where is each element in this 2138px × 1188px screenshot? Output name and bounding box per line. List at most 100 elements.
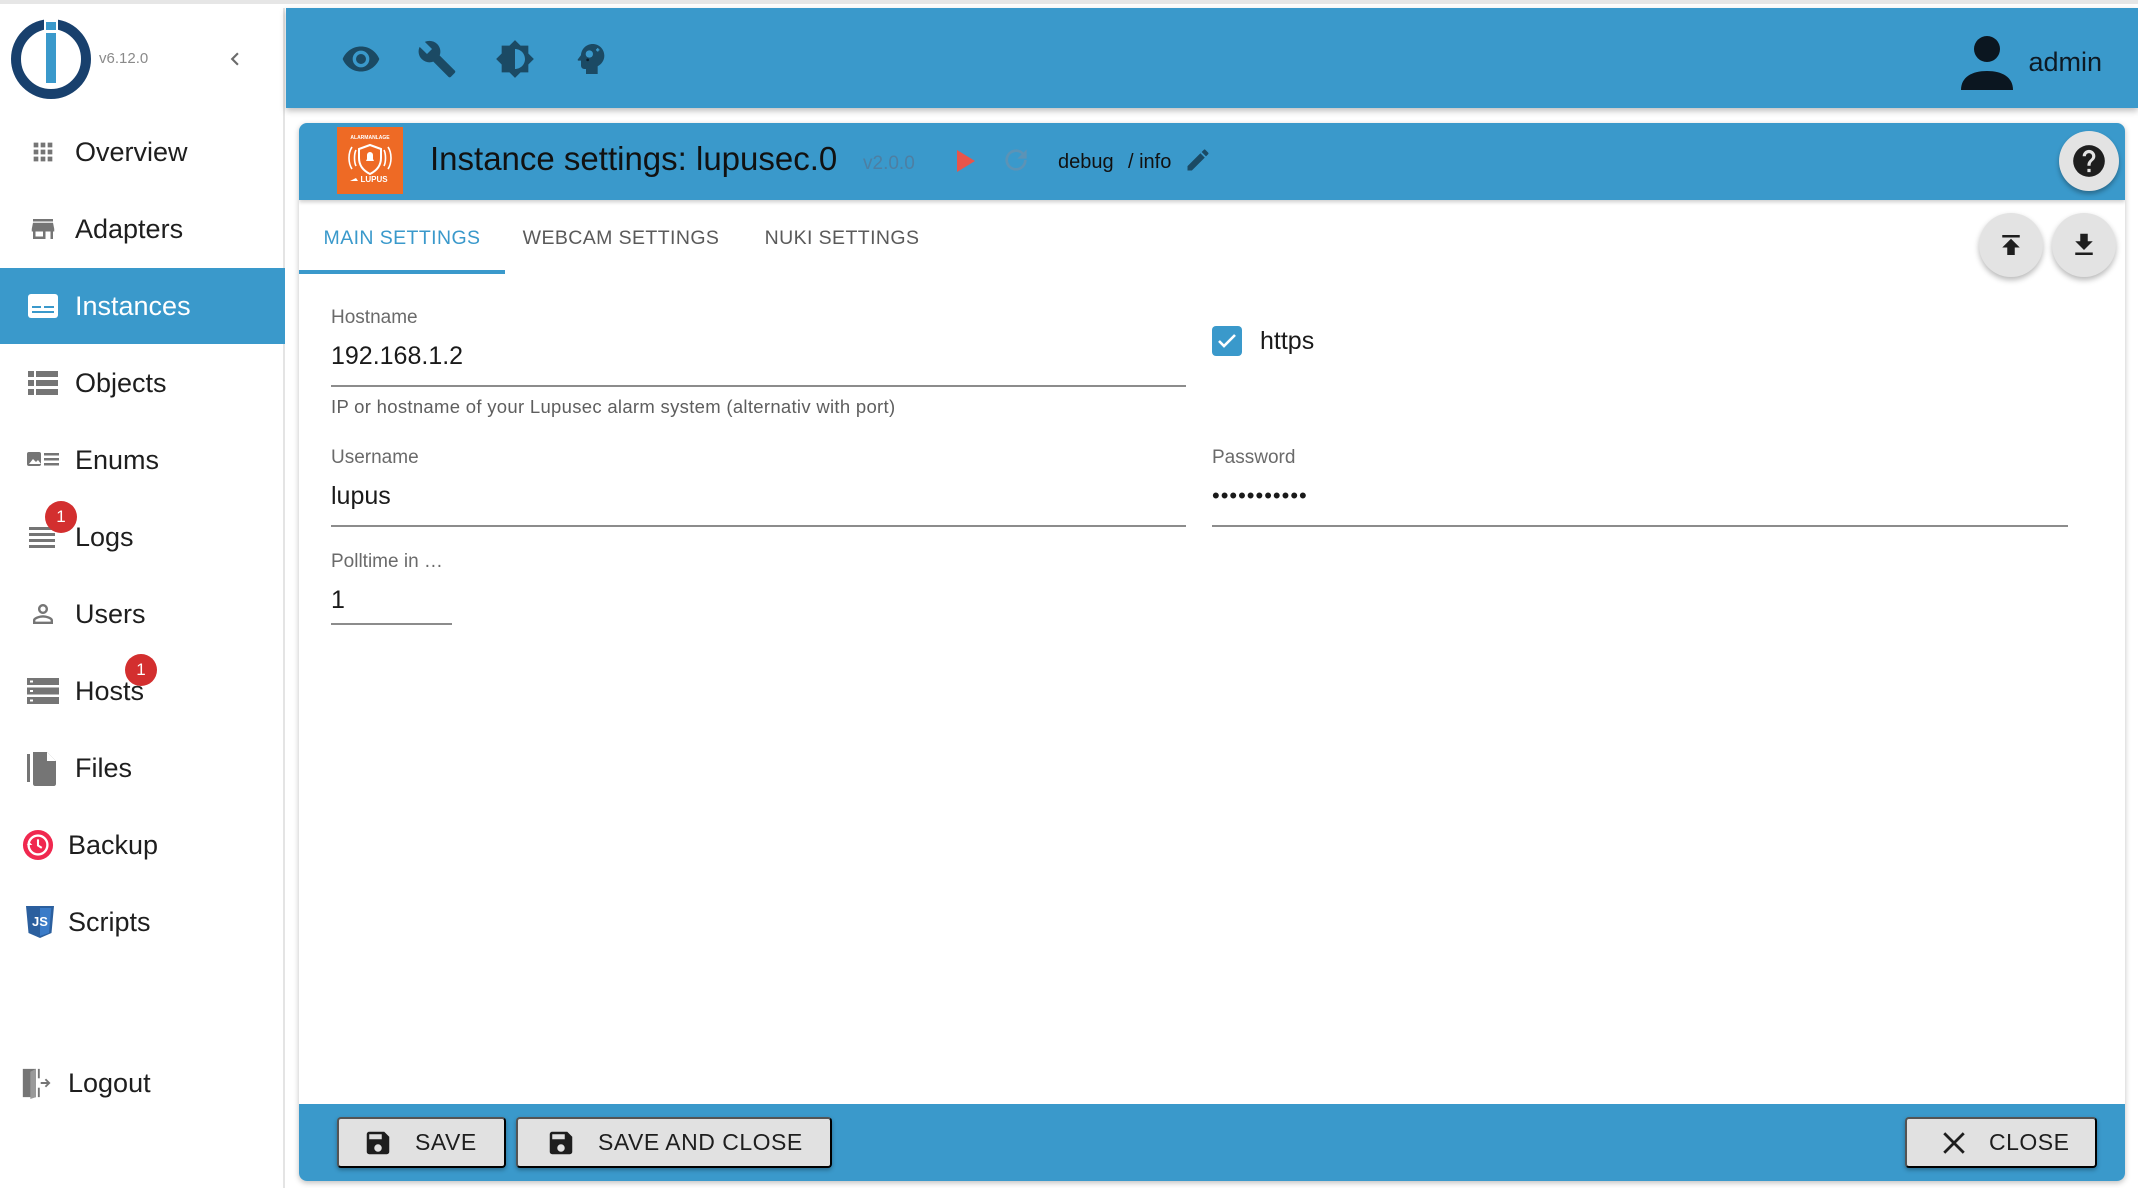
username-underline [331, 525, 1186, 527]
log-level-debug[interactable]: debug [1058, 151, 1114, 174]
check-icon [1218, 334, 1236, 348]
start-instance-button[interactable] [952, 147, 980, 175]
reload-icon [1005, 149, 1027, 171]
chevron-left-icon [230, 52, 239, 66]
sidebar-item-label: Files [75, 752, 133, 783]
polltime-label: Polltime in … [331, 551, 443, 572]
sidebar-item-instances[interactable]: Instances [0, 268, 285, 344]
close-button[interactable]: CLOSE [1905, 1117, 2098, 1168]
svg-text:JS: JS [32, 914, 48, 929]
pencil-icon [1187, 149, 1209, 171]
sidebar-item-hosts[interactable]: Hosts 1 [0, 653, 285, 729]
logout-button[interactable]: Logout [0, 1045, 285, 1121]
wrench-icon[interactable] [416, 38, 458, 80]
edit-log-level-button[interactable] [1183, 145, 1213, 175]
logs-badge: 1 [45, 501, 77, 533]
sidebar-item-label: Adapters [75, 213, 184, 244]
polltime-input[interactable] [331, 581, 452, 619]
checkbox-checked[interactable] [1212, 326, 1242, 356]
app-version: v6.12.0 [99, 50, 149, 67]
sidebar-item-overview[interactable]: Overview [0, 114, 285, 190]
collapse-sidebar-button[interactable] [222, 46, 248, 72]
tab-webcam-settings[interactable]: WEBCAM SETTINGS [505, 200, 737, 276]
save-button[interactable]: SAVE [337, 1117, 506, 1168]
storage-icon [27, 675, 59, 707]
top-app-bar: admin [286, 8, 2138, 108]
svg-text:LUPUS: LUPUS [360, 175, 388, 184]
sidebar: v6.12.0 Overview Adapters Instances Obje… [0, 8, 285, 1188]
settings-tabs: MAIN SETTINGS WEBCAM SETTINGS NUKI SETTI… [299, 200, 2125, 276]
hostname-helper-text: IP or hostname of your Lupusec alarm sys… [331, 396, 896, 417]
instances-icon [27, 290, 59, 322]
sidebar-item-label: Instances [75, 290, 191, 321]
save-icon [546, 1128, 576, 1158]
upload-settings-button[interactable] [1979, 213, 2043, 277]
user-name: admin [2028, 46, 2102, 77]
close-icon [1939, 1128, 1969, 1158]
files-icon [27, 752, 59, 786]
sidebar-item-label: Enums [75, 444, 160, 475]
https-label: https [1260, 326, 1315, 355]
save-icon [363, 1128, 393, 1158]
expert-mode-icon[interactable] [570, 38, 612, 80]
username-input[interactable] [331, 477, 1186, 515]
password-input[interactable] [1212, 477, 2068, 515]
sidebar-item-label: Objects [75, 367, 167, 398]
publish-icon [2002, 235, 2020, 255]
hostname-input[interactable] [331, 337, 1186, 375]
restart-instance-button[interactable] [999, 143, 1033, 177]
account-icon [1961, 36, 2014, 90]
sidebar-item-adapters[interactable]: Adapters [0, 191, 285, 267]
adapter-version: v2.0.0 [863, 153, 915, 174]
sidebar-item-backup[interactable]: Backup [0, 807, 285, 883]
store-icon [27, 213, 59, 245]
eye-icon[interactable] [340, 38, 382, 80]
hostname-label: Hostname [331, 307, 418, 328]
apps-grid-icon [27, 136, 59, 168]
sidebar-item-logs[interactable]: Logs 1 [0, 499, 285, 575]
password-label: Password [1212, 447, 1296, 468]
help-button[interactable] [2059, 131, 2119, 191]
help-circle-icon [2073, 145, 2105, 177]
hostname-field: Hostname IP or hostname of your Lupusec … [331, 307, 1186, 417]
username-label: Username [331, 447, 419, 468]
page-title: Instance settings: lupusec.0 [430, 140, 838, 177]
close-label: CLOSE [1989, 1129, 2070, 1155]
save-and-close-label: SAVE AND CLOSE [598, 1129, 803, 1155]
save-label: SAVE [415, 1129, 477, 1155]
logout-icon [20, 1067, 52, 1099]
download-settings-button[interactable] [2052, 213, 2116, 277]
user-menu[interactable]: admin [1960, 34, 2102, 90]
sidebar-item-files[interactable]: Files [0, 730, 285, 806]
save-and-close-button[interactable]: SAVE AND CLOSE [516, 1117, 832, 1168]
brightness-icon[interactable] [494, 38, 536, 80]
svg-text:ALARMANLAGE: ALARMANLAGE [350, 135, 390, 141]
username-field: Username [331, 447, 1186, 529]
active-tab-indicator [299, 270, 505, 274]
sidebar-item-users[interactable]: Users [0, 576, 285, 652]
tab-main-settings[interactable]: MAIN SETTINGS [299, 200, 505, 276]
play-icon [957, 150, 975, 172]
backup-restore-icon [22, 829, 54, 861]
sidebar-header: v6.12.0 [0, 8, 285, 104]
sidebar-item-label: Users [75, 598, 146, 629]
log-level-info[interactable]: / info [1128, 151, 1171, 174]
sidebar-item-label: Backup [68, 829, 159, 860]
download-icon [2075, 233, 2093, 255]
person-outline-icon [27, 598, 59, 630]
polltime-field: Polltime in … [331, 551, 452, 627]
javascript-icon: JS [24, 906, 56, 938]
lupusec-adapter-logo: ALARMANLAGE LUPUS [337, 127, 403, 194]
tab-nuki-settings[interactable]: NUKI SETTINGS [737, 200, 947, 276]
sidebar-item-label: Overview [75, 136, 188, 167]
hostname-underline [331, 385, 1186, 387]
sidebar-item-objects[interactable]: Objects [0, 345, 285, 421]
https-checkbox[interactable]: https [1212, 326, 1314, 356]
polltime-underline [331, 623, 452, 625]
sidebar-item-label: Scripts [68, 906, 151, 937]
password-underline [1212, 525, 2068, 527]
app-root: v6.12.0 Overview Adapters Instances Obje… [0, 0, 2138, 1188]
sidebar-item-scripts[interactable]: JS Scripts [0, 884, 285, 960]
password-field: Password [1212, 447, 2068, 529]
sidebar-item-enums[interactable]: Enums [0, 422, 285, 498]
